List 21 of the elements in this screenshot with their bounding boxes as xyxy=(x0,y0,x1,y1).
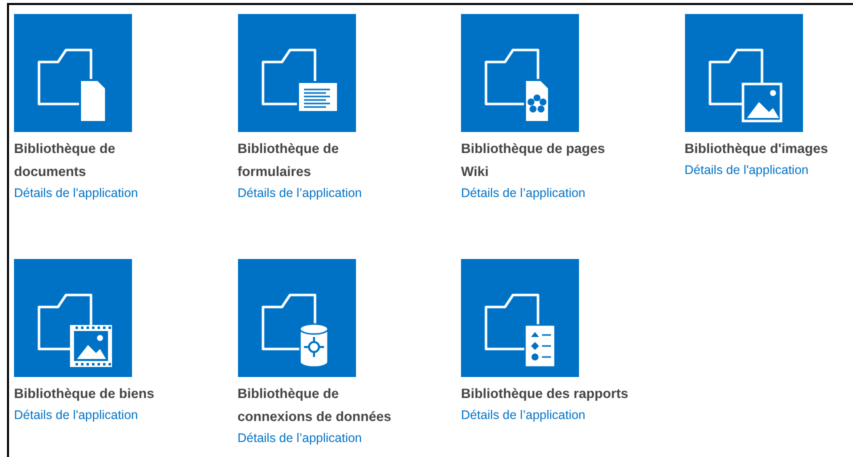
app-details-link[interactable]: Détails de l'application xyxy=(14,404,138,426)
folder-database-icon[interactable] xyxy=(238,259,356,377)
app-details-link[interactable]: Détails de l'application xyxy=(684,159,808,181)
app-details-link[interactable]: Détails de l’application xyxy=(461,182,586,204)
app-details-link[interactable]: Détails de l'application xyxy=(14,182,138,204)
folder-film-icon[interactable] xyxy=(14,259,132,377)
app-title: Bibliothèque de connexions de données xyxy=(238,385,392,426)
folder-flower-page-icon[interactable] xyxy=(461,14,579,132)
folder-form-icon[interactable] xyxy=(238,14,356,132)
app-title: Bibliothèque de pages Wiki xyxy=(461,140,606,181)
app-title: Bibliothèque de biens xyxy=(14,385,154,403)
app-details-link[interactable]: Détails de l’application xyxy=(238,182,362,204)
folder-image-icon[interactable] xyxy=(684,14,802,132)
app-details-link[interactable]: Détails de l’application xyxy=(238,427,362,449)
folder-list-icon[interactable] xyxy=(461,259,579,377)
app-title: Bibliothèque des rapports xyxy=(461,385,628,403)
folder-document-icon[interactable] xyxy=(14,14,132,132)
app-title: Bibliothèque de documents xyxy=(14,140,116,181)
app-title: Bibliothèque d'images xyxy=(684,140,828,158)
app-details-link[interactable]: Détails de l’application xyxy=(461,404,586,426)
app-title: Bibliothèque de formulaires xyxy=(238,140,339,181)
